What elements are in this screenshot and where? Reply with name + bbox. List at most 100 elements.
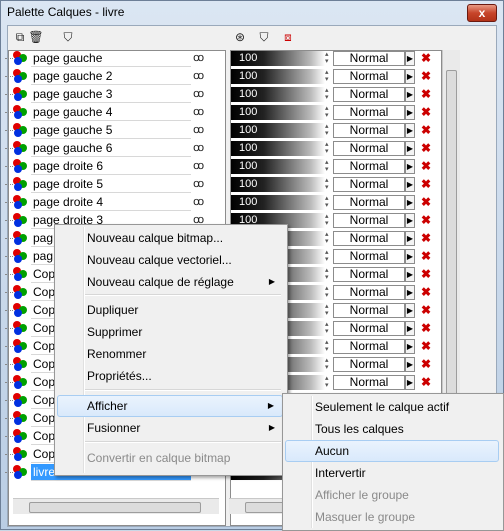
- layer-row[interactable]: page droite 5ꝏ: [5, 176, 213, 193]
- lock-transparency-icon[interactable]: ✖: [419, 177, 433, 192]
- blend-mode-select[interactable]: Normal: [333, 105, 405, 120]
- blend-mode-select[interactable]: Normal: [333, 51, 405, 66]
- blend-mode-select[interactable]: Normal: [333, 141, 405, 156]
- blend-mode-arrow-icon[interactable]: ▶: [405, 249, 415, 264]
- opacity-spinner[interactable]: ▴▾: [325, 285, 331, 300]
- opacity-spinner[interactable]: ▴▾: [325, 267, 331, 282]
- visibility-icon[interactable]: ꝏ: [193, 177, 204, 190]
- context-menu-item[interactable]: Fusionner ▶: [57, 417, 283, 439]
- close-button[interactable]: x: [467, 4, 497, 22]
- blend-mode-arrow-icon[interactable]: ▶: [405, 321, 415, 336]
- visibility-icon[interactable]: ꝏ: [193, 141, 204, 154]
- submenu-item[interactable]: Tous les calques: [285, 418, 499, 440]
- opacity-slider[interactable]: 100: [231, 51, 325, 66]
- opacity-spinner[interactable]: ▴▾: [325, 375, 331, 390]
- camera-icon[interactable]: ⊛: [232, 29, 248, 45]
- blend-mode-select[interactable]: Normal: [333, 339, 405, 354]
- layer-name[interactable]: page gauche 3: [31, 86, 191, 103]
- context-menu-item[interactable]: Renommer: [57, 343, 283, 365]
- blend-mode-arrow-icon[interactable]: ▶: [405, 213, 415, 228]
- visibility-icon[interactable]: ꝏ: [193, 195, 204, 208]
- context-menu-item[interactable]: Dupliquer: [57, 299, 283, 321]
- blend-mode-select[interactable]: Normal: [333, 87, 405, 102]
- lock-transparency-icon[interactable]: ✖: [419, 285, 433, 300]
- group-icon[interactable]: ⧈: [280, 29, 296, 45]
- blend-mode-arrow-icon[interactable]: ▶: [405, 375, 415, 390]
- blend-mode-arrow-icon[interactable]: ▶: [405, 105, 415, 120]
- context-menu-item[interactable]: Nouveau calque vectoriel...: [57, 249, 283, 271]
- lock-transparency-icon[interactable]: ✖: [419, 195, 433, 210]
- layer-row[interactable]: page gauche ꝏ: [5, 50, 213, 67]
- visibility-icon[interactable]: ꝏ: [193, 105, 204, 118]
- opacity-spinner[interactable]: ▴▾: [325, 51, 331, 66]
- layer-name[interactable]: page droite 4: [31, 194, 191, 211]
- context-menu-item[interactable]: Afficher ▶: [57, 395, 283, 417]
- blend-mode-arrow-icon[interactable]: ▶: [405, 357, 415, 372]
- blend-mode-arrow-icon[interactable]: ▶: [405, 303, 415, 318]
- opacity-spinner[interactable]: ▴▾: [325, 357, 331, 372]
- blend-mode-select[interactable]: Normal: [333, 303, 405, 318]
- lock-transparency-icon[interactable]: ✖: [419, 159, 433, 174]
- opacity-spinner[interactable]: ▴▾: [325, 69, 331, 84]
- blend-mode-select[interactable]: Normal: [333, 195, 405, 210]
- delete-icon[interactable]: 🗑: [28, 29, 44, 45]
- layer-name[interactable]: page gauche: [31, 50, 191, 67]
- blend-mode-select[interactable]: Normal: [333, 249, 405, 264]
- blend-mode-select[interactable]: Normal: [333, 159, 405, 174]
- title-bar[interactable]: Palette Calques - livre x: [1, 1, 503, 23]
- lock-transparency-icon[interactable]: ✖: [419, 249, 433, 264]
- lock-transparency-icon[interactable]: ✖: [419, 303, 433, 318]
- opacity-slider[interactable]: 100: [231, 87, 325, 102]
- blend-mode-select[interactable]: Normal: [333, 231, 405, 246]
- horizontal-scroll-thumb-left[interactable]: [29, 502, 201, 513]
- layer-name[interactable]: page gauche 6: [31, 140, 191, 157]
- blend-mode-arrow-icon[interactable]: ▶: [405, 177, 415, 192]
- blend-mode-arrow-icon[interactable]: ▶: [405, 87, 415, 102]
- opacity-spinner[interactable]: ▴▾: [325, 231, 331, 246]
- lock-transparency-icon[interactable]: ✖: [419, 87, 433, 102]
- lock-transparency-icon[interactable]: ✖: [419, 375, 433, 390]
- context-menu-item[interactable]: Propriétés...: [57, 365, 283, 387]
- opacity-spinner[interactable]: ▴▾: [325, 87, 331, 102]
- visibility-icon[interactable]: ꝏ: [193, 159, 204, 172]
- lock-transparency-icon[interactable]: ✖: [419, 321, 433, 336]
- opacity-spinner[interactable]: ▴▾: [325, 303, 331, 318]
- blend-mode-arrow-icon[interactable]: ▶: [405, 159, 415, 174]
- layer-name[interactable]: page droite 5: [31, 176, 191, 193]
- opacity-slider[interactable]: 100: [231, 105, 325, 120]
- opacity-spinner[interactable]: ▴▾: [325, 159, 331, 174]
- visibility-icon[interactable]: ꝏ: [193, 123, 204, 136]
- visibility-icon[interactable]: ꝏ: [193, 87, 204, 100]
- blend-mode-arrow-icon[interactable]: ▶: [405, 285, 415, 300]
- opacity-slider[interactable]: 100: [231, 69, 325, 84]
- lock-transparency-icon[interactable]: ✖: [419, 339, 433, 354]
- layer-row[interactable]: page droite 4ꝏ: [5, 194, 213, 211]
- lock-transparency-icon[interactable]: ✖: [419, 213, 433, 228]
- layer-row[interactable]: page gauche 3ꝏ: [5, 86, 213, 103]
- lock-transparency-icon[interactable]: ✖: [419, 357, 433, 372]
- visibility-icon[interactable]: ꝏ: [193, 69, 204, 82]
- blend-mode-arrow-icon[interactable]: ▶: [405, 339, 415, 354]
- submenu-item[interactable]: Intervertir: [285, 462, 499, 484]
- lock-transparency-icon[interactable]: ✖: [419, 231, 433, 246]
- blend-mode-select[interactable]: Normal: [333, 285, 405, 300]
- blend-mode-select[interactable]: Normal: [333, 123, 405, 138]
- layer-row[interactable]: page gauche 5ꝏ: [5, 122, 213, 139]
- opacity-spinner[interactable]: ▴▾: [325, 321, 331, 336]
- opacity-spinner[interactable]: ▴▾: [325, 213, 331, 228]
- opacity-slider[interactable]: 100: [231, 195, 325, 210]
- submenu-item[interactable]: Seulement le calque actif: [285, 396, 499, 418]
- context-menu-item[interactable]: Nouveau calque bitmap...: [57, 227, 283, 249]
- layer-name[interactable]: page droite 6: [31, 158, 191, 175]
- blend-mode-arrow-icon[interactable]: ▶: [405, 195, 415, 210]
- context-menu-item[interactable]: Supprimer: [57, 321, 283, 343]
- submenu-item[interactable]: Aucun: [285, 440, 499, 462]
- opacity-spinner[interactable]: ▴▾: [325, 177, 331, 192]
- opacity-slider[interactable]: 100: [231, 159, 325, 174]
- opacity-spinner[interactable]: ▴▾: [325, 195, 331, 210]
- lock-transparency-icon[interactable]: ✖: [419, 267, 433, 282]
- mask-link-icon[interactable]: ⛉: [256, 29, 272, 45]
- opacity-slider[interactable]: 100: [231, 177, 325, 192]
- mask-icon[interactable]: ⛉: [60, 29, 76, 45]
- blend-mode-select[interactable]: Normal: [333, 267, 405, 282]
